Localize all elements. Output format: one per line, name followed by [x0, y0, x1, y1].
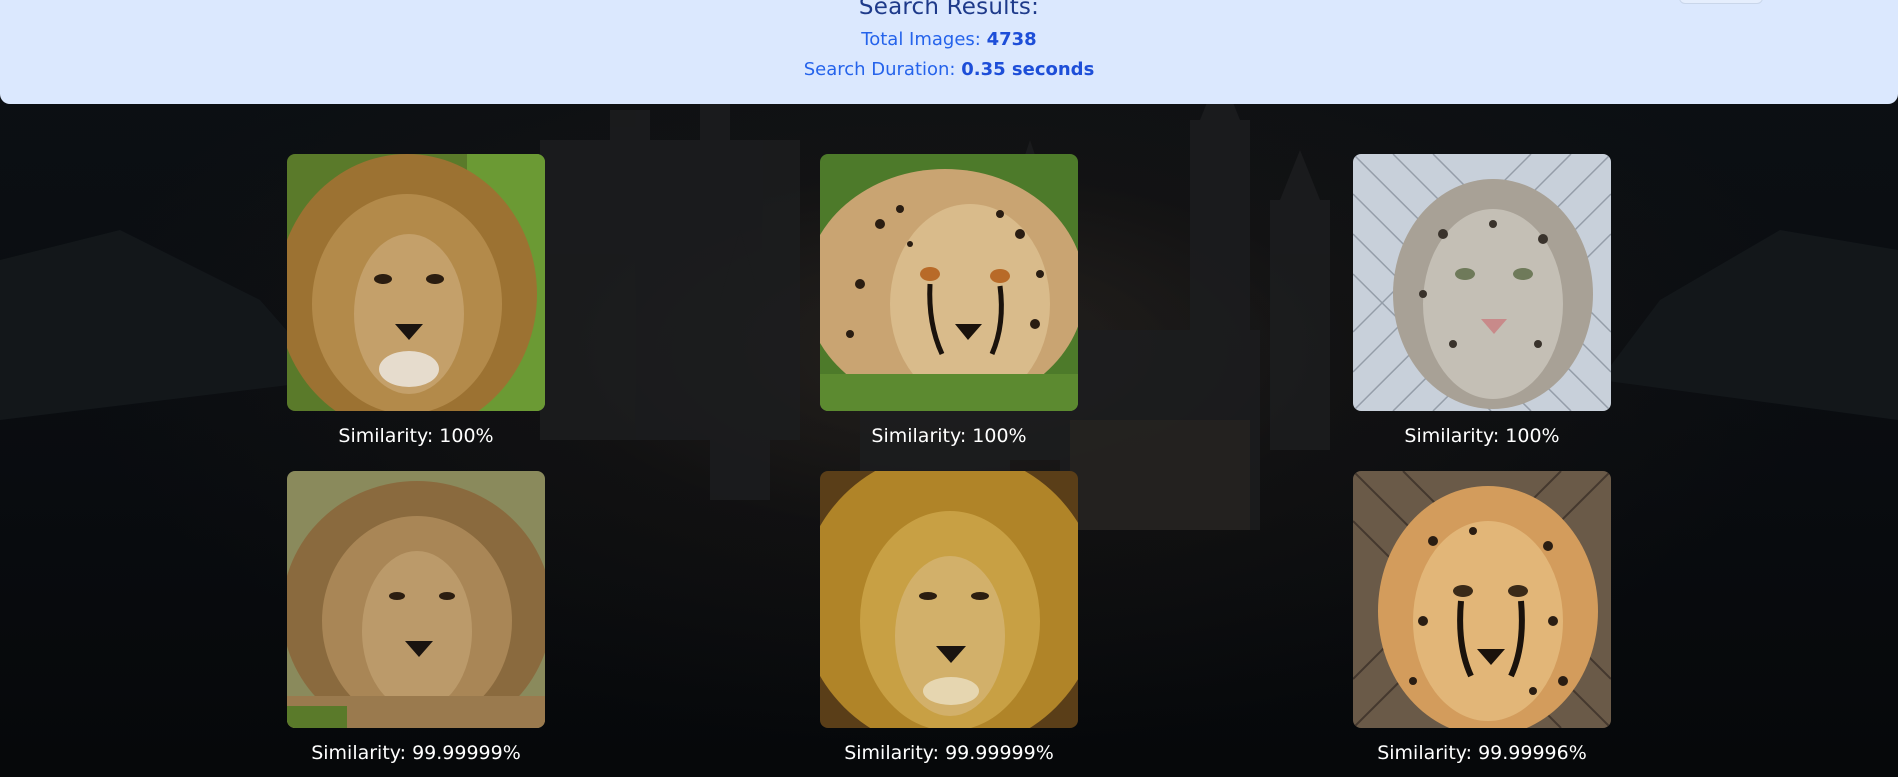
- similarity-label: Similarity: 99.99999%: [311, 742, 521, 764]
- similarity-label: Similarity: 100%: [1404, 425, 1560, 447]
- lion-image[interactable]: [287, 471, 545, 728]
- similarity-label: Similarity: 99.99996%: [1377, 742, 1587, 764]
- result-card[interactable]: Similarity: 100%: [1353, 154, 1611, 447]
- snow-leopard-image[interactable]: [1353, 154, 1611, 411]
- cheetah-image[interactable]: [820, 154, 1078, 411]
- cheetah-image[interactable]: [1353, 471, 1611, 728]
- result-card[interactable]: Similarity: 99.99999%: [820, 471, 1078, 764]
- result-card[interactable]: Similarity: 99.99999%: [287, 471, 545, 764]
- lion-image[interactable]: [820, 471, 1078, 728]
- similarity-label: Similarity: 100%: [871, 425, 1027, 447]
- results-grid: Similarity: 100% Similarity: 100% Simila…: [0, 0, 1898, 777]
- result-card[interactable]: Similarity: 99.99996%: [1353, 471, 1611, 764]
- result-card[interactable]: Similarity: 100%: [287, 154, 545, 447]
- result-card[interactable]: Similarity: 100%: [820, 154, 1078, 447]
- similarity-label: Similarity: 100%: [338, 425, 494, 447]
- similarity-label: Similarity: 99.99999%: [844, 742, 1054, 764]
- lion-image[interactable]: [287, 154, 545, 411]
